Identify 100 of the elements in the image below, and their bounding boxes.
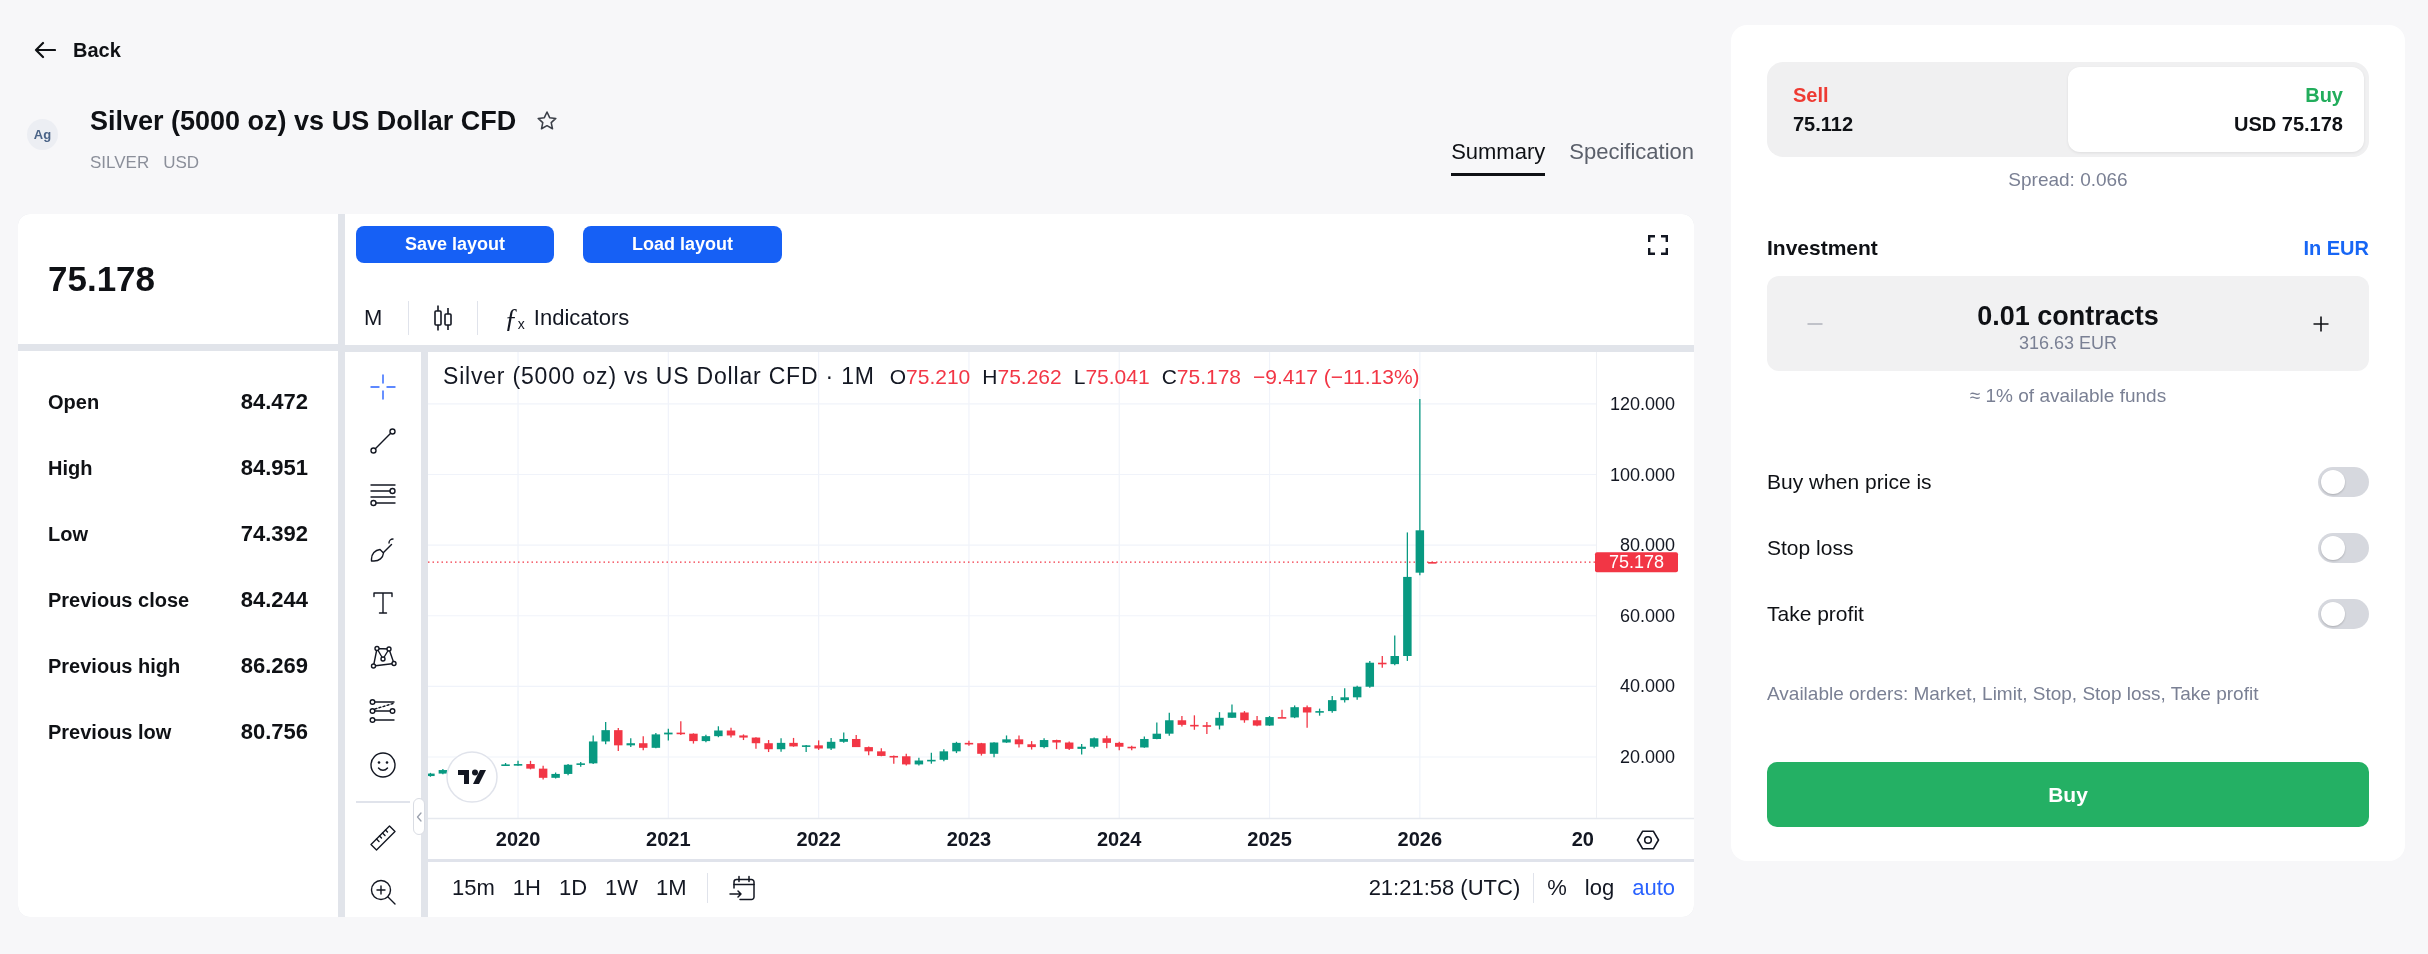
back-arrow-icon [34,41,56,59]
candle [639,735,648,751]
candle [902,753,911,767]
toggle-switch[interactable] [2318,599,2369,629]
candle [739,733,748,741]
candle [1027,740,1036,751]
tab[interactable]: Summary [1451,139,1546,176]
candlestick-icon[interactable] [433,304,454,332]
stat-value: 84.472 [240,389,308,415]
plus-icon[interactable] [2312,314,2330,333]
candle [914,757,924,767]
stat-label: Previous close [48,588,190,612]
candle [438,768,448,775]
candle [651,732,661,749]
smiley-icon[interactable] [368,750,398,780]
stat-label: Low [48,522,88,546]
scale-option[interactable]: log [1575,874,1624,902]
tab[interactable]: Specification [1569,139,1694,176]
current-price-label: 75.178 [1595,552,1678,573]
price-axis-label: 60.000 [1619,605,1675,626]
price-axis-label: 20.000 [1619,747,1675,767]
layout-button[interactable]: Save layout [356,226,555,263]
side-label: Buy [2305,82,2343,107]
amount-converted: 316.63 EUR [2018,331,2118,354]
interval-button[interactable]: 1D [549,874,597,902]
interval-button[interactable]: 1W [596,874,648,902]
projection-icon[interactable] [368,696,398,726]
star-icon[interactable] [536,110,559,132]
candle [601,721,610,745]
function-icon: ƒ$_{x}$ [504,304,525,332]
collapse-handle[interactable] [413,798,425,835]
candle [626,737,635,748]
candle [889,754,899,765]
toggle-switch[interactable] [2318,533,2369,563]
last-price: 75.178 [48,259,156,299]
chart-logo-icon [446,751,498,803]
candle [1252,715,1262,727]
symbol-tag: USD [163,152,200,174]
toggle-label: Take profit [1767,601,1864,627]
ohlc-reading: C75.178 [1161,364,1242,390]
time-axis-label: 20 [1571,827,1594,852]
chevron-left-icon [416,811,422,822]
time-axis-label: 2026 [1397,828,1443,850]
stat-label: Open [48,390,100,414]
candle [1140,735,1149,749]
candle [676,720,686,736]
scale-option[interactable]: auto [1623,874,1684,902]
interval-button[interactable]: M [356,304,391,332]
candle [989,741,999,758]
candle [701,734,711,743]
candle [513,760,523,767]
stat-label: Previous low [48,720,172,744]
candle [1190,714,1199,731]
interval-button[interactable]: 1H [503,874,550,902]
fullscreen-icon[interactable] [1648,234,1668,255]
candle [1115,741,1124,751]
candle [1002,734,1011,744]
stat-value: 84.951 [240,455,308,481]
scale-option[interactable]: % [1538,874,1576,902]
interval-button[interactable]: 15m [443,874,504,902]
trade-side-button[interactable]: Sell 75.112 [1772,67,2068,152]
investment-label: Investment [1767,235,1878,261]
candle [1177,715,1187,728]
layout-button[interactable]: Load layout [583,226,783,263]
zoom-in-icon[interactable] [368,877,398,907]
settings-icon[interactable] [1637,831,1659,849]
toggle-label: Buy when price is [1767,469,1932,495]
back-button[interactable]: Back [34,38,121,62]
candle [1328,695,1337,714]
candle [977,742,986,757]
candle [1390,634,1399,666]
price-axis-label: 40.000 [1619,676,1675,697]
candle [764,739,773,753]
candle [1315,707,1324,717]
interval-button[interactable]: 1M [647,874,696,902]
candle [1428,561,1437,564]
candle [1378,655,1387,669]
candle [1290,704,1299,719]
candle [1089,736,1099,749]
candle [952,741,961,754]
candle [1302,704,1312,729]
candle [801,744,811,753]
crosshair-icon[interactable] [368,372,398,402]
candle [839,731,848,744]
funds-note: ≈ 1% of available funds [1968,385,2168,407]
indicators-button[interactable]: ƒ$_{x}$ Indicators [496,304,638,332]
candle [851,734,861,748]
calendar-icon[interactable] [727,874,756,902]
candle [939,748,949,762]
candle [1102,735,1111,749]
toggle-switch[interactable] [2318,467,2369,497]
trade-side-button[interactable]: Buy USD 75.178 [2068,67,2364,152]
trend-line-icon[interactable] [368,426,398,456]
time-axis-label: 2025 [1247,828,1292,850]
ruler-icon[interactable] [368,823,398,853]
candle [864,745,873,756]
candle [826,737,836,751]
currency-link[interactable]: In EUR [2303,235,2369,261]
stat-label: High [48,456,93,480]
time-axis-label: 2022 [796,828,841,850]
